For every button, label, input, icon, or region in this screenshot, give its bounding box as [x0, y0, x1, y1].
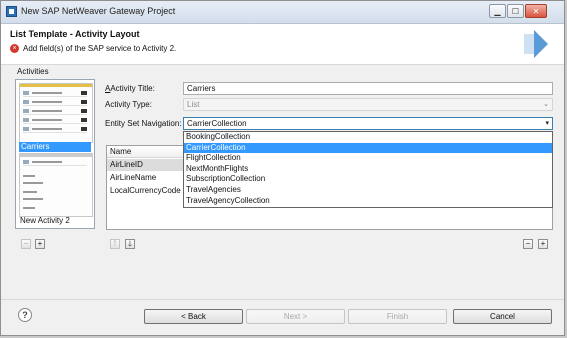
app-icon	[6, 6, 17, 17]
entity-set-option[interactable]: BookingCollection	[184, 132, 552, 143]
activity-type-label: Activity Type:	[105, 100, 152, 109]
entity-set-option[interactable]: CarrierCollection	[184, 142, 552, 154]
activity-title-label: AActivity Title:	[105, 84, 155, 93]
error-message: × Add field(s) of the SAP service to Act…	[10, 44, 176, 53]
activity-title-field[interactable]: Carriers	[183, 82, 553, 95]
back-button[interactable]: < Back	[144, 309, 243, 324]
activity-type-select[interactable]: List ⌄	[183, 98, 553, 111]
add-field-button[interactable]: +	[538, 239, 548, 249]
entity-set-option[interactable]: TravelAgencyCollection	[184, 196, 552, 207]
help-icon[interactable]: ?	[18, 308, 32, 322]
entity-set-options: BookingCollection CarrierCollection Flight…	[184, 132, 552, 206]
add-activity-button[interactable]: +	[35, 239, 45, 249]
activity-name: New Activity 2	[20, 216, 70, 225]
close-button[interactable]: ✕	[525, 4, 547, 18]
entity-set-option[interactable]: SubscriptionCollection	[184, 174, 552, 185]
minimize-button[interactable]: ▁	[489, 4, 506, 18]
page-title: List Template - Activity Layout	[10, 29, 140, 39]
selected-activity-label[interactable]: Carriers	[19, 142, 91, 152]
maximize-button[interactable]: ☐	[507, 4, 524, 18]
wizard-window: New SAP NetWeaver Gateway Project ▁ ☐ ✕ …	[0, 0, 565, 336]
move-down-button[interactable]: 🡓	[125, 239, 135, 249]
entity-set-option[interactable]: FlightCollection	[184, 153, 552, 164]
finish-button[interactable]: Finish	[348, 309, 447, 324]
remove-activity-button[interactable]: −	[21, 239, 31, 249]
move-up-button[interactable]: 🡑	[110, 239, 120, 249]
error-text: Add field(s) of the SAP service to Activ…	[23, 44, 177, 53]
chevron-down-icon: ▾	[545, 120, 549, 127]
error-icon: ×	[10, 44, 19, 53]
wizard-header: List Template - Activity Layout × Add fi…	[1, 24, 564, 65]
wizard-banner-icon	[524, 30, 552, 58]
activity-type-value: List	[187, 100, 200, 109]
name-column-header[interactable]: Name	[107, 146, 187, 158]
table-row[interactable]: AirLineName	[107, 172, 187, 184]
activity-2-thumbnail[interactable]	[19, 153, 93, 217]
activities-heading: Activities	[17, 67, 49, 76]
next-button[interactable]: Next >	[246, 309, 345, 324]
entity-set-select[interactable]: CarrierCollection ▾	[183, 117, 553, 130]
remove-field-button[interactable]: −	[523, 239, 533, 249]
entity-set-option[interactable]: TravelAgencies	[184, 185, 552, 196]
cancel-button[interactable]: Cancel	[453, 309, 552, 324]
entity-set-value: CarrierCollection	[187, 119, 247, 128]
title-bar: New SAP NetWeaver Gateway Project ▁ ☐ ✕	[1, 1, 564, 24]
chevron-down-icon: ⌄	[543, 101, 549, 108]
window-title: New SAP NetWeaver Gateway Project	[21, 6, 176, 16]
table-row[interactable]: AirLineID	[107, 159, 187, 171]
entity-set-label: Entity Set Navigation:	[105, 119, 182, 128]
entity-set-option[interactable]: NextMonthFlights	[184, 164, 552, 175]
entity-set-dropdown: BookingCollection CarrierCollection Flight…	[183, 131, 553, 208]
activities-list: Carriers New Activity 2	[15, 79, 95, 229]
footer-separator	[1, 299, 564, 300]
table-row[interactable]: LocalCurrencyCode	[107, 185, 187, 197]
activity-1-thumbnail[interactable]	[19, 83, 93, 143]
